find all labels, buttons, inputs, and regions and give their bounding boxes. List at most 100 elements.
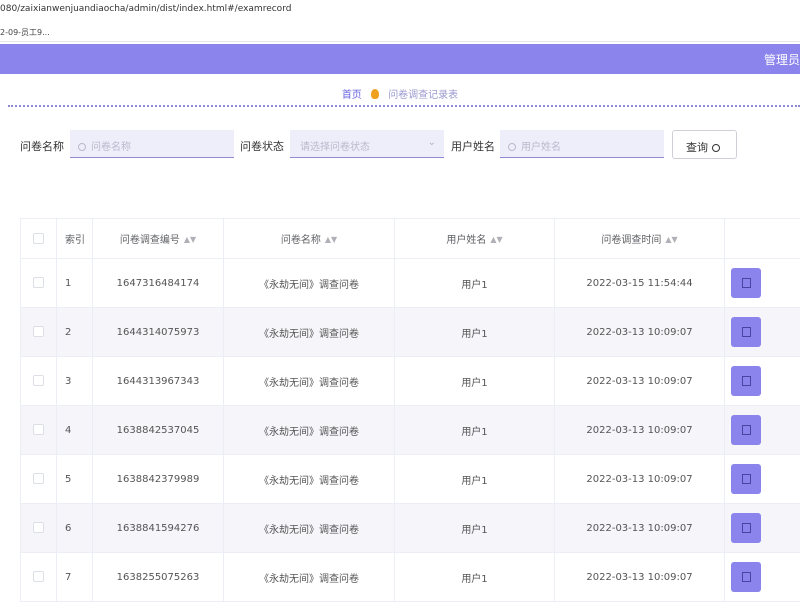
row-checkbox[interactable] [33,473,44,484]
row-checkbox[interactable] [33,522,44,533]
user-name-placeholder: 用户姓名 [521,142,561,153]
detail-button[interactable] [731,513,761,543]
actions-cell [725,308,800,357]
code-cell: 1647316484174 [93,259,224,308]
document-icon [742,474,751,484]
detail-button[interactable] [731,464,761,494]
time-cell: 2022-03-13 10:09:07 [555,553,725,602]
time-cell: 2022-03-13 10:09:07 [555,455,725,504]
sort-icon[interactable]: ▲▼ [184,235,196,244]
column-header: 索引 [57,219,93,259]
document-icon [742,327,751,337]
table-row[interactable]: 6 1638841594276 《永劫无间》调查问卷 用户1 2022-03-1… [21,504,800,553]
row-select-cell [21,357,57,406]
sort-icon[interactable]: ▲▼ [325,235,337,244]
index-cell: 4 [57,406,93,455]
survey-status-select[interactable]: 请选择问卷状态 ⌄ [290,130,444,158]
survey-name-cell: 《永劫无间》调查问卷 [224,406,395,455]
survey-name-cell: 《永劫无间》调查问卷 [224,357,395,406]
sort-icon[interactable]: ▲▼ [490,235,502,244]
top-header: 管理员 [0,44,800,74]
chevron-down-icon: ⌄ [428,137,436,148]
breadcrumb: 首页 问卷调查记录表 [0,86,800,101]
row-select-cell [21,553,57,602]
document-icon [742,572,751,582]
time-cell: 2022-03-13 10:09:07 [555,357,725,406]
table-row[interactable]: 3 1644313967343 《永劫无间》调查问卷 用户1 2022-03-1… [21,357,800,406]
table-header-row: 索引 问卷调查编号▲▼ 问卷名称 ▲▼ 用户姓名 ▲▼ 问卷调查时间 ▲▼ [21,219,800,259]
column-header[interactable]: 问卷调查编号▲▼ [93,219,224,259]
url-text: 080/zaixianwenjuandiaocha/admin/dist/ind… [0,4,291,14]
table-row[interactable]: 5 1638842379989 《永劫无间》调查问卷 用户1 2022-03-1… [21,455,800,504]
index-cell: 7 [57,553,93,602]
detail-button[interactable] [731,317,761,347]
bookmark-item[interactable]: 2-09-员工9... [0,28,50,37]
column-header[interactable]: 问卷调查时间 ▲▼ [555,219,725,259]
row-select-cell [21,406,57,455]
document-icon [742,425,751,435]
query-button-label: 查询 [686,141,708,154]
user-name-cell: 用户1 [395,259,555,308]
divider [8,105,800,107]
bookmarks-bar: 2-09-员工9... [0,22,800,42]
code-cell: 1638841594276 [93,504,224,553]
query-button[interactable]: 查询 [672,130,737,159]
search-icon [508,143,516,151]
column-header[interactable]: 问卷名称 ▲▼ [224,219,395,259]
code-cell: 1638255075263 [93,553,224,602]
code-cell: 1644313967343 [93,357,224,406]
sort-icon[interactable]: ▲▼ [665,235,677,244]
actions-cell [725,455,800,504]
row-select-cell [21,504,57,553]
row-checkbox[interactable] [33,277,44,288]
time-cell: 2022-03-13 10:09:07 [555,406,725,455]
row-select-cell [21,455,57,504]
row-select-cell [21,308,57,357]
table-row[interactable]: 4 1638842537045 《永劫无间》调查问卷 用户1 2022-03-1… [21,406,800,455]
detail-button[interactable] [731,268,761,298]
select-all-cell [21,219,57,259]
detail-button[interactable] [731,366,761,396]
actions-header [725,219,800,259]
table-row[interactable]: 2 1644314075973 《永劫无间》调查问卷 用户1 2022-03-1… [21,308,800,357]
index-cell: 5 [57,455,93,504]
detail-button[interactable] [731,415,761,445]
column-header-label: 用户姓名 [446,235,486,246]
table-row[interactable]: 7 1638255075263 《永劫无间》调查问卷 用户1 2022-03-1… [21,553,800,602]
actions-cell [725,259,800,308]
code-cell: 1638842537045 [93,406,224,455]
row-checkbox[interactable] [33,375,44,386]
row-checkbox[interactable] [33,571,44,582]
survey-name-cell: 《永劫无间》调查问卷 [224,308,395,357]
user-name-cell: 用户1 [395,308,555,357]
user-name-cell: 用户1 [395,406,555,455]
row-checkbox[interactable] [33,326,44,337]
survey-name-cell: 《永劫无间》调查问卷 [224,259,395,308]
index-cell: 6 [57,504,93,553]
address-bar[interactable]: 080/zaixianwenjuandiaocha/admin/dist/ind… [0,0,800,22]
index-cell: 2 [57,308,93,357]
index-cell: 1 [57,259,93,308]
search-filters: 问卷名称 问卷名称 问卷状态 请选择问卷状态 ⌄ 用户姓名 用户姓名 查询 [0,128,800,160]
column-header[interactable]: 用户姓名 ▲▼ [395,219,555,259]
user-name-input[interactable]: 用户姓名 [500,130,664,158]
user-name-label: 用户姓名 [451,138,495,154]
detail-button[interactable] [731,562,761,592]
survey-name-input[interactable]: 问卷名称 [70,130,234,158]
select-all-checkbox[interactable] [33,233,44,244]
actions-cell [725,504,800,553]
survey-name-cell: 《永劫无间》调查问卷 [224,455,395,504]
survey-status-label: 问卷状态 [240,138,284,154]
code-cell: 1638842379989 [93,455,224,504]
breadcrumb-current: 问卷调查记录表 [388,90,458,101]
column-header-label: 问卷名称 [281,235,321,246]
breadcrumb-home[interactable]: 首页 [342,90,362,101]
document-icon [742,523,751,533]
column-header-label: 问卷调查时间 [601,235,661,246]
survey-status-placeholder: 请选择问卷状态 [300,142,370,153]
table-row[interactable]: 1 1647316484174 《永劫无间》调查问卷 用户1 2022-03-1… [21,259,800,308]
actions-cell [725,406,800,455]
admin-title[interactable]: 管理员 [764,51,800,68]
row-checkbox[interactable] [33,424,44,435]
exam-record-table: 索引 问卷调查编号▲▼ 问卷名称 ▲▼ 用户姓名 ▲▼ 问卷调查时间 ▲▼ 1 164… [20,218,800,602]
